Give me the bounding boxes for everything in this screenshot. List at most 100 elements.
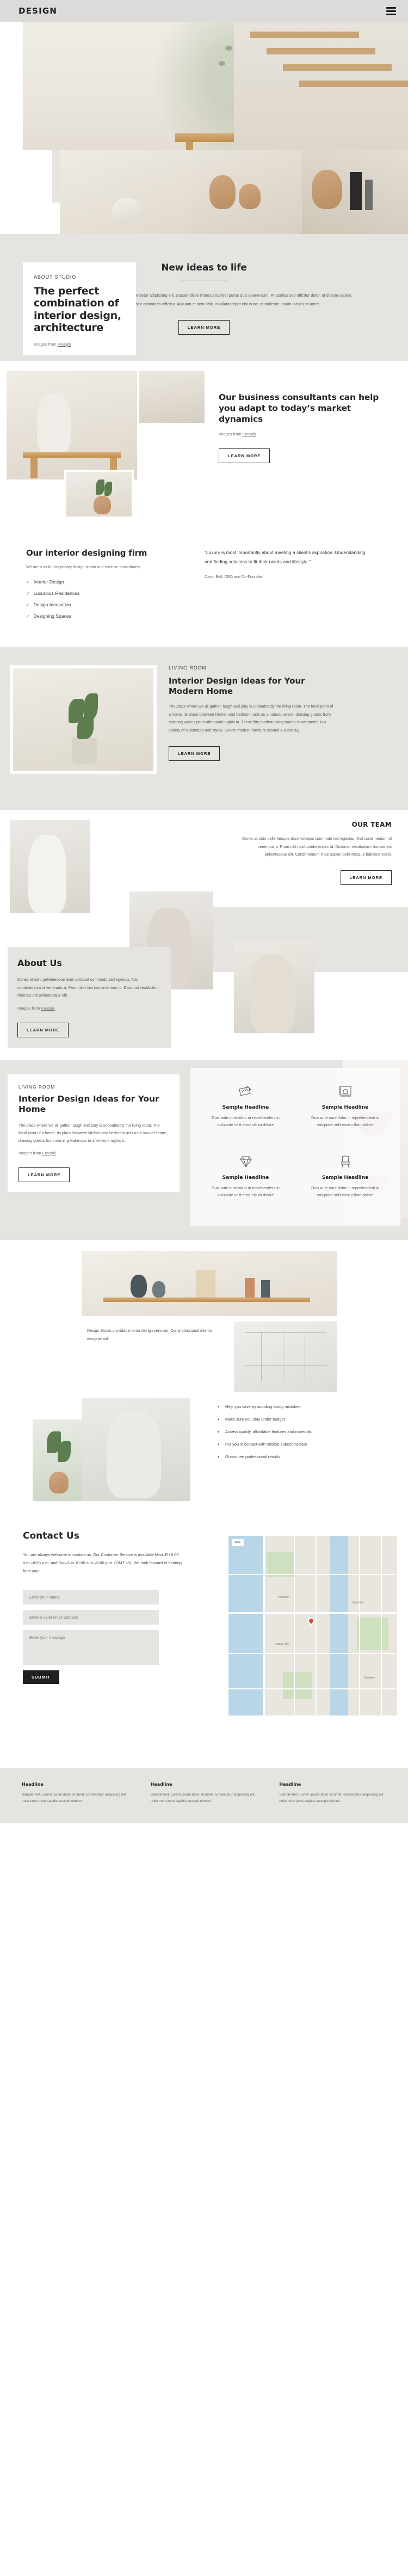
feature-card-text: Duis aute irure dolor in reprehenderit i… bbox=[212, 1115, 280, 1128]
contact-map[interactable]: Jersey City Hoboken New York Brooklyn Ma… bbox=[228, 1536, 397, 1716]
team-paragraph: Donec et odio pellentesque diam volutpat… bbox=[242, 836, 392, 857]
map-place-label: Hoboken bbox=[279, 1596, 290, 1600]
team-section: OUR TEAM Donec et odio pellentesque diam… bbox=[0, 810, 408, 1061]
site-header: DESIGN bbox=[0, 0, 408, 22]
hamburger-menu-icon[interactable] bbox=[386, 7, 396, 15]
map-place-label: Brooklyn bbox=[364, 1676, 375, 1680]
consultants-freepik-link[interactable]: Freepik bbox=[243, 432, 256, 436]
features-paragraph: The place where we all gather, laugh and… bbox=[18, 1122, 168, 1143]
new-ideas-learn-more-button[interactable]: LEARN MORE bbox=[178, 320, 230, 335]
firm-title: Our interior designing firm bbox=[26, 548, 147, 558]
consultants-title: Our business consultants can help you ad… bbox=[219, 392, 379, 424]
site-footer: Headline Sample text. Lorem ipsum dolor … bbox=[0, 1768, 408, 1823]
consultants-main-image bbox=[7, 371, 137, 480]
map-label-panel: Map bbox=[232, 1539, 244, 1546]
features-learn-more-button[interactable]: LEARN MORE bbox=[18, 1167, 70, 1182]
footer-column-title: Headline bbox=[150, 1782, 172, 1787]
list-item-label: Designing Spaces bbox=[33, 613, 71, 619]
submit-button[interactable]: SUBMIT bbox=[23, 1670, 59, 1684]
feature-card-title: Sample Headline bbox=[222, 1175, 269, 1181]
footer-column-text: Sample text. Lorem ipsum dolor sit amet,… bbox=[279, 1793, 384, 1803]
contact-section: Contact Us You are always welcome to con… bbox=[0, 1512, 408, 1768]
list-item-label: Interior Design bbox=[33, 579, 64, 585]
check-icon: ✓ bbox=[26, 579, 30, 585]
team-learn-more-button[interactable]: LEARN MORE bbox=[340, 870, 392, 886]
feature-card[interactable]: Sample Headline Duis aute irure dolor in… bbox=[196, 1077, 295, 1147]
feature-card-title: Sample Headline bbox=[322, 1175, 369, 1181]
features-freepik-link[interactable]: Freepik bbox=[42, 1151, 56, 1155]
studio-benefits: Help you save by avoiding costly mistake… bbox=[218, 1403, 375, 1466]
feature-card-text: Duis aute irure dolor in reprehenderit i… bbox=[311, 1115, 379, 1128]
about-us-title: About Us bbox=[17, 958, 62, 969]
features-grid: Sample Headline Duis aute irure dolor in… bbox=[190, 1068, 400, 1226]
footer-column: Headline Sample text. Lorem ipsum dolor … bbox=[151, 1782, 258, 1805]
studio-section: Design Studio provides interior design s… bbox=[0, 1240, 408, 1513]
list-item: ✓ Designing Spaces bbox=[26, 613, 196, 619]
about-us-image-credit: Images from Freepik bbox=[17, 1006, 161, 1011]
list-item: Help you save by avoiding costly mistake… bbox=[218, 1403, 375, 1412]
studio-grid-image bbox=[234, 1321, 337, 1393]
consultants-section: Our business consultants can help you ad… bbox=[0, 361, 408, 525]
testimonial-author: David Bell, CEO and Co-Founder bbox=[205, 574, 263, 580]
map-place-label: New York bbox=[353, 1601, 364, 1605]
list-item: ✓ Design Innovation bbox=[26, 602, 196, 607]
hero-tile-shelf bbox=[193, 150, 302, 234]
site-logo[interactable]: DESIGN bbox=[18, 6, 57, 16]
living-room-image bbox=[10, 665, 157, 774]
firm-left-column: Our interior designing firm We are a mul… bbox=[0, 548, 196, 625]
footer-column-text: Sample text. Lorem ipsum dolor sit amet,… bbox=[22, 1793, 126, 1803]
check-icon: ✓ bbox=[26, 591, 30, 596]
page-title: The perfect combination of interior desi… bbox=[34, 285, 121, 334]
footer-column-title: Headline bbox=[279, 1782, 301, 1787]
feature-card[interactable]: Sample Headline Duis aute irure dolor in… bbox=[196, 1147, 295, 1217]
living-room-learn-more-button[interactable]: LEARN MORE bbox=[169, 746, 220, 761]
features-title: Interior Design Ideas for Your Home bbox=[18, 1094, 159, 1115]
feature-card[interactable]: Sample Headline Duis aute irure dolor in… bbox=[295, 1077, 395, 1147]
check-icon: ✓ bbox=[26, 602, 30, 607]
list-item: ✓ Interior Design bbox=[26, 579, 196, 585]
chair-icon bbox=[305, 1152, 385, 1171]
list-item: Put you in contact with reliable subcont… bbox=[218, 1440, 375, 1449]
list-item: Guarantee professional results bbox=[218, 1453, 375, 1462]
features-image-credit: Images from Freepik bbox=[18, 1151, 169, 1155]
consultants-credit-text: Images from bbox=[219, 431, 243, 436]
feature-card[interactable]: Sample Headline Duis aute irure dolor in… bbox=[295, 1147, 395, 1217]
list-item-label: Luxurious Residences bbox=[33, 591, 80, 597]
firm-section: Our interior designing firm We are a mul… bbox=[0, 524, 408, 647]
features-credit-text: Images from bbox=[18, 1150, 42, 1155]
living-room-eyebrow: LIVING ROOM bbox=[169, 665, 207, 671]
team-title: OUR TEAM bbox=[351, 821, 392, 829]
contact-paragraph: You are always welcome to contact us. Ou… bbox=[23, 1552, 182, 1573]
list-item: Access quality, affordable features and … bbox=[218, 1428, 375, 1437]
feature-card-text: Duis aute irure dolor in reprehenderit i… bbox=[212, 1185, 280, 1198]
map-place-label: Jersey City bbox=[275, 1643, 289, 1646]
diamond-icon bbox=[206, 1152, 286, 1171]
consultants-side-image bbox=[139, 371, 205, 423]
hero-section: ABOUT STUDIO The perfect combination of … bbox=[0, 22, 408, 355]
email-field[interactable] bbox=[23, 1609, 159, 1625]
about-us-credit-text: Images from bbox=[17, 1006, 41, 1011]
living-room-paragraph: The place where we all gather, laugh and… bbox=[169, 704, 333, 733]
living-room-section: LIVING ROOM Interior Design Ideas for Yo… bbox=[0, 647, 408, 810]
about-us-freepik-link[interactable]: Freepik bbox=[41, 1006, 55, 1011]
living-room-title: Interior Design Ideas for Your Modern Ho… bbox=[169, 676, 305, 696]
footer-column-title: Headline bbox=[22, 1782, 44, 1787]
features-text-card: LIVING ROOM Interior Design Ideas for Yo… bbox=[8, 1074, 180, 1192]
freepik-link[interactable]: Freepik bbox=[58, 342, 71, 347]
studio-caption: Design Studio provides interior design s… bbox=[87, 1327, 223, 1343]
testimonial-quote: “Luxury is most importantly about meetin… bbox=[205, 550, 366, 565]
about-us-learn-more-button[interactable]: LEARN MORE bbox=[17, 1023, 69, 1038]
footer-column: Headline Sample text. Lorem ipsum dolor … bbox=[279, 1782, 386, 1805]
consultants-learn-more-button[interactable]: LEARN MORE bbox=[219, 448, 270, 463]
features-section: LIVING ROOM Interior Design Ideas for Yo… bbox=[0, 1060, 408, 1240]
contact-title: Contact Us bbox=[23, 1530, 79, 1542]
name-field[interactable] bbox=[23, 1589, 159, 1604]
list-item-label: Design Innovation bbox=[33, 602, 71, 608]
message-field[interactable] bbox=[23, 1630, 159, 1665]
image-credit: Images from Freepik bbox=[34, 342, 125, 347]
check-icon: ✓ bbox=[26, 613, 30, 619]
team-text-column: OUR TEAM Donec et odio pellentesque diam… bbox=[239, 821, 392, 886]
list-item: Make sure you stay under budget bbox=[218, 1415, 375, 1424]
about-us-card: About Us Donec et odio pellentesque diam… bbox=[8, 947, 171, 1049]
hero-tile-objects bbox=[302, 150, 408, 234]
